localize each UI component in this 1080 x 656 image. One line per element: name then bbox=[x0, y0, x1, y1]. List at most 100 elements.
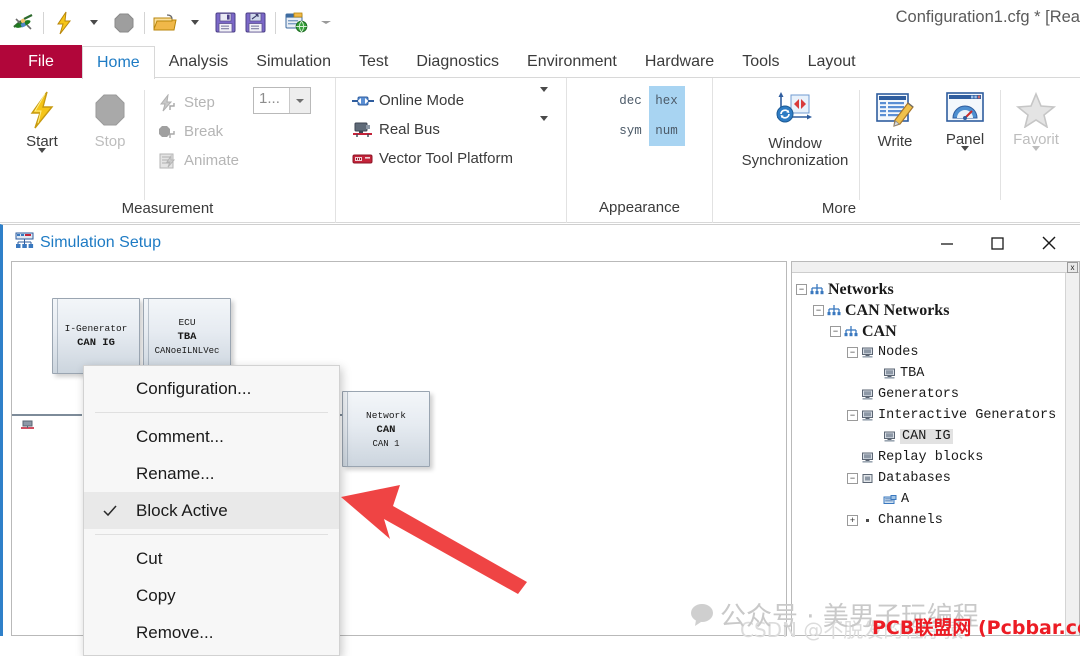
menu-item-rename[interactable]: Rename... bbox=[84, 455, 339, 492]
step-count-dropdown-icon[interactable] bbox=[289, 88, 311, 113]
tab-diagnostics[interactable]: Diagnostics bbox=[402, 45, 513, 78]
online-mode-label: Online Mode bbox=[379, 92, 465, 109]
menu-item-configuration[interactable]: Configuration... bbox=[84, 370, 339, 407]
tab-home[interactable]: Home bbox=[82, 46, 155, 79]
tree-label: Generators bbox=[878, 387, 960, 402]
vector-tool-platform-button[interactable]: Vector Tool Platform bbox=[346, 144, 519, 173]
format-dec-button[interactable]: dec bbox=[613, 86, 649, 116]
appearance-format-grid: dec hex sym num bbox=[613, 86, 685, 146]
tree-item-channels[interactable]: + Channels bbox=[796, 510, 1079, 531]
real-bus-caret-icon[interactable] bbox=[540, 115, 548, 139]
online-mode-row[interactable]: Online Mode bbox=[346, 86, 566, 115]
tree-item-nodes[interactable]: − Nodes bbox=[796, 342, 1079, 363]
expander-icon[interactable]: − bbox=[796, 284, 807, 295]
online-mode-button[interactable]: Online Mode bbox=[346, 86, 470, 115]
step-button: Step bbox=[151, 88, 245, 117]
tab-simulation[interactable]: Simulation bbox=[242, 45, 345, 78]
minimize-button[interactable] bbox=[924, 225, 970, 261]
network-tree-pane[interactable]: x − Networks − CAN Networks − CAN − Node… bbox=[791, 261, 1080, 636]
tree-item-databases[interactable]: − Databases bbox=[796, 468, 1079, 489]
tab-test[interactable]: Test bbox=[345, 45, 402, 78]
menu-item-copy[interactable]: Copy bbox=[84, 577, 339, 614]
tree-item-networks[interactable]: − Networks bbox=[796, 279, 1079, 300]
tree-close-icon[interactable]: x bbox=[1067, 262, 1078, 273]
window-synchronization-button[interactable]: Window Synchronization bbox=[731, 84, 859, 170]
tab-layout[interactable]: Layout bbox=[794, 45, 870, 78]
real-bus-label: Real Bus bbox=[379, 121, 440, 138]
maximize-button[interactable] bbox=[974, 225, 1020, 261]
format-hex-button[interactable]: hex bbox=[648, 86, 685, 116]
bus-line-left bbox=[12, 414, 82, 416]
step-count-value[interactable]: 1... bbox=[254, 88, 289, 113]
menu-item-block-active-label: Block Active bbox=[136, 500, 228, 520]
close-button[interactable] bbox=[1026, 225, 1072, 261]
real-bus-row[interactable]: Real Bus bbox=[346, 115, 566, 144]
network-icon bbox=[810, 283, 824, 296]
tree-item-interactive-generators[interactable]: − Interactive Generators bbox=[796, 405, 1079, 426]
tree-item-tba[interactable]: TBA bbox=[796, 363, 1079, 384]
save-icon[interactable] bbox=[210, 8, 240, 38]
open-folder-icon[interactable] bbox=[150, 8, 180, 38]
start-caret-icon[interactable] bbox=[38, 147, 46, 171]
toolbar-divider bbox=[43, 11, 44, 34]
expander-icon[interactable]: + bbox=[847, 515, 858, 526]
lightning-icon bbox=[30, 91, 54, 129]
start-button[interactable]: Start bbox=[8, 84, 76, 171]
real-bus-button[interactable]: Real Bus bbox=[346, 115, 446, 144]
block-context-menu[interactable]: Configuration... Comment... Rename... Bl… bbox=[83, 365, 340, 656]
block-tba-line2: TBA bbox=[177, 330, 197, 343]
tab-environment[interactable]: Environment bbox=[513, 45, 631, 78]
panel-caret-icon[interactable] bbox=[961, 145, 969, 169]
tree-label: Databases bbox=[878, 471, 951, 486]
tab-hardware[interactable]: Hardware bbox=[631, 45, 728, 78]
start-dropdown-caret-icon[interactable] bbox=[79, 8, 109, 38]
open-dropdown-caret-icon[interactable] bbox=[180, 8, 210, 38]
menu-item-block-active[interactable]: Block Active bbox=[84, 492, 339, 529]
tree-vertical-scrollbar[interactable] bbox=[1065, 273, 1079, 635]
tab-tools[interactable]: Tools bbox=[728, 45, 793, 78]
save-as-icon[interactable] bbox=[240, 8, 270, 38]
save-web-icon[interactable] bbox=[281, 8, 311, 38]
tree-item-can[interactable]: − CAN bbox=[796, 321, 1079, 342]
step-count-spinner[interactable]: 1... bbox=[253, 87, 312, 114]
expander-icon[interactable]: − bbox=[847, 473, 858, 484]
bus-terminator-icon bbox=[20, 420, 36, 439]
menu-item-remove[interactable]: Remove... bbox=[84, 614, 339, 651]
tab-analysis[interactable]: Analysis bbox=[155, 45, 243, 78]
tab-file[interactable]: File bbox=[0, 45, 82, 78]
kayak-icon[interactable] bbox=[8, 8, 38, 38]
toolbar-divider bbox=[275, 11, 276, 34]
stop-octagon-icon[interactable] bbox=[109, 8, 139, 38]
group-label-mode bbox=[336, 216, 566, 222]
expander-icon[interactable]: − bbox=[813, 305, 824, 316]
tree-item-replay-blocks[interactable]: Replay blocks bbox=[796, 447, 1079, 468]
customize-qat-caret-icon[interactable] bbox=[311, 8, 341, 38]
tree-item-generators[interactable]: Generators bbox=[796, 384, 1079, 405]
block-can-ig[interactable]: I-Generator CAN IG bbox=[52, 298, 140, 374]
format-num-button[interactable]: num bbox=[648, 116, 685, 146]
online-mode-caret-icon[interactable] bbox=[540, 86, 548, 110]
expander-icon[interactable]: − bbox=[847, 347, 858, 358]
network-setup-icon bbox=[15, 232, 34, 254]
expander-icon[interactable]: − bbox=[847, 410, 858, 421]
format-sym-button[interactable]: sym bbox=[613, 116, 649, 146]
start-lightning-icon[interactable] bbox=[49, 8, 79, 38]
menu-item-comment[interactable]: Comment... bbox=[84, 418, 339, 455]
tree-item-can-networks[interactable]: − CAN Networks bbox=[796, 300, 1079, 321]
step-button-label: Step bbox=[184, 94, 215, 111]
block-network-can[interactable]: Network CAN CAN 1 bbox=[342, 391, 430, 467]
tree-item-can-ig[interactable]: CAN IG bbox=[796, 426, 1079, 447]
tree-label: CAN Networks bbox=[845, 301, 950, 319]
ribbon-group-measurement: Start Stop Step Break Animate 1... Measu… bbox=[0, 78, 335, 222]
menu-item-cut[interactable]: Cut bbox=[84, 540, 339, 577]
block-network-line3: CAN 1 bbox=[372, 438, 400, 449]
tree-item-database-a[interactable]: A bbox=[796, 489, 1079, 510]
window-sync-icon bbox=[776, 92, 812, 123]
panel-button[interactable]: Panel bbox=[930, 84, 1000, 169]
block-tba[interactable]: ECU TBA CANoeILNLVec bbox=[143, 298, 231, 374]
write-button[interactable]: Write bbox=[860, 84, 930, 151]
expander-icon[interactable]: − bbox=[830, 326, 841, 337]
network-tree[interactable]: − Networks − CAN Networks − CAN − Nodes … bbox=[792, 273, 1079, 531]
